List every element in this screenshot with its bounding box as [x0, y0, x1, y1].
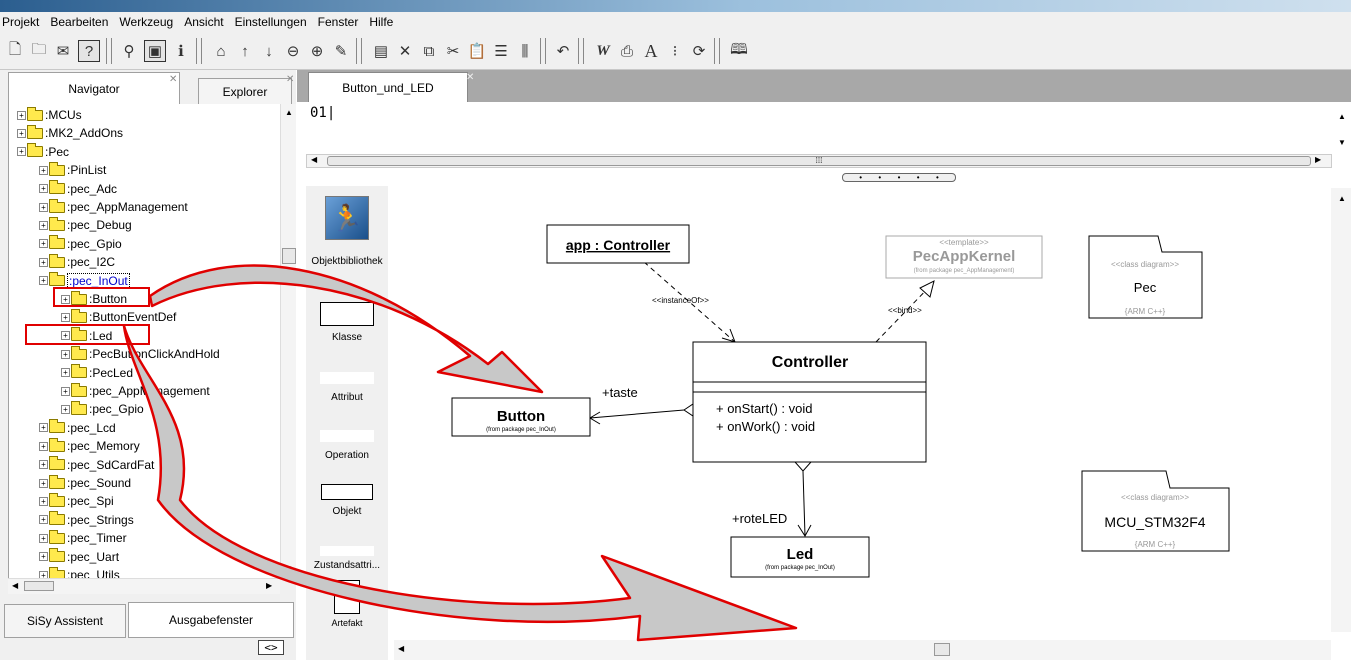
template-class[interactable]: <<template>> PecAppKernel (from package …	[885, 235, 1043, 279]
operation-onstart: + onStart() : void	[716, 401, 812, 416]
instanceof-dependency: <<instanceOf>>	[643, 261, 736, 343]
controller-name: Controller	[772, 354, 848, 371]
button-class-name: Button	[497, 408, 545, 425]
pec-name: Pec	[1134, 280, 1157, 295]
highlight-button	[53, 287, 150, 307]
operation-onwork: + onWork() : void	[716, 419, 815, 434]
led-class[interactable]: Led (from package pec_InOut)	[730, 536, 870, 578]
bind-label: <<bind>>	[888, 306, 922, 315]
template-name: PecAppKernel	[913, 248, 1016, 265]
rote-led-association: +roteLED	[732, 452, 812, 537]
pec-language: {ARM C++}	[1125, 307, 1166, 316]
mcu-name: MCU_STM32F4	[1104, 514, 1205, 530]
bind-dependency: <<bind>>	[875, 280, 935, 343]
taste-association: +taste	[589, 385, 702, 425]
taste-label: +taste	[602, 385, 638, 400]
mcu-package[interactable]: <<class diagram>> MCU_STM32F4 {ARM C++}	[1081, 470, 1230, 552]
button-package: (from package pec_InOut)	[486, 427, 556, 433]
instanceof-label: <<instanceOf>>	[652, 296, 709, 305]
diagram-svg: <<instanceOf>> <<bind>> +taste +roteLED …	[25, 224, 1230, 642]
app-object[interactable]: app : Controller	[546, 224, 690, 264]
rote-led-label: +roteLED	[732, 511, 787, 526]
pec-stereotype: <<class diagram>>	[1111, 260, 1179, 269]
button-class[interactable]: Button (from package pec_InOut)	[451, 397, 591, 437]
mcu-stereotype: <<class diagram>>	[1121, 493, 1189, 502]
pec-package[interactable]: <<class diagram>> Pec {ARM C++}	[1088, 235, 1203, 319]
led-package: (from package pec_InOut)	[765, 565, 835, 571]
mcu-language: {ARM C++}	[1135, 540, 1176, 549]
template-stereotype: <<template>>	[939, 238, 989, 247]
app-object-name: app : Controller	[566, 237, 671, 253]
template-package: (from package pec_AppManagement)	[914, 268, 1015, 274]
led-class-name: Led	[787, 546, 814, 563]
annotation-arrow-button	[148, 264, 544, 394]
controller-class[interactable]: Controller + onStart() : void + onWork()…	[692, 341, 927, 463]
